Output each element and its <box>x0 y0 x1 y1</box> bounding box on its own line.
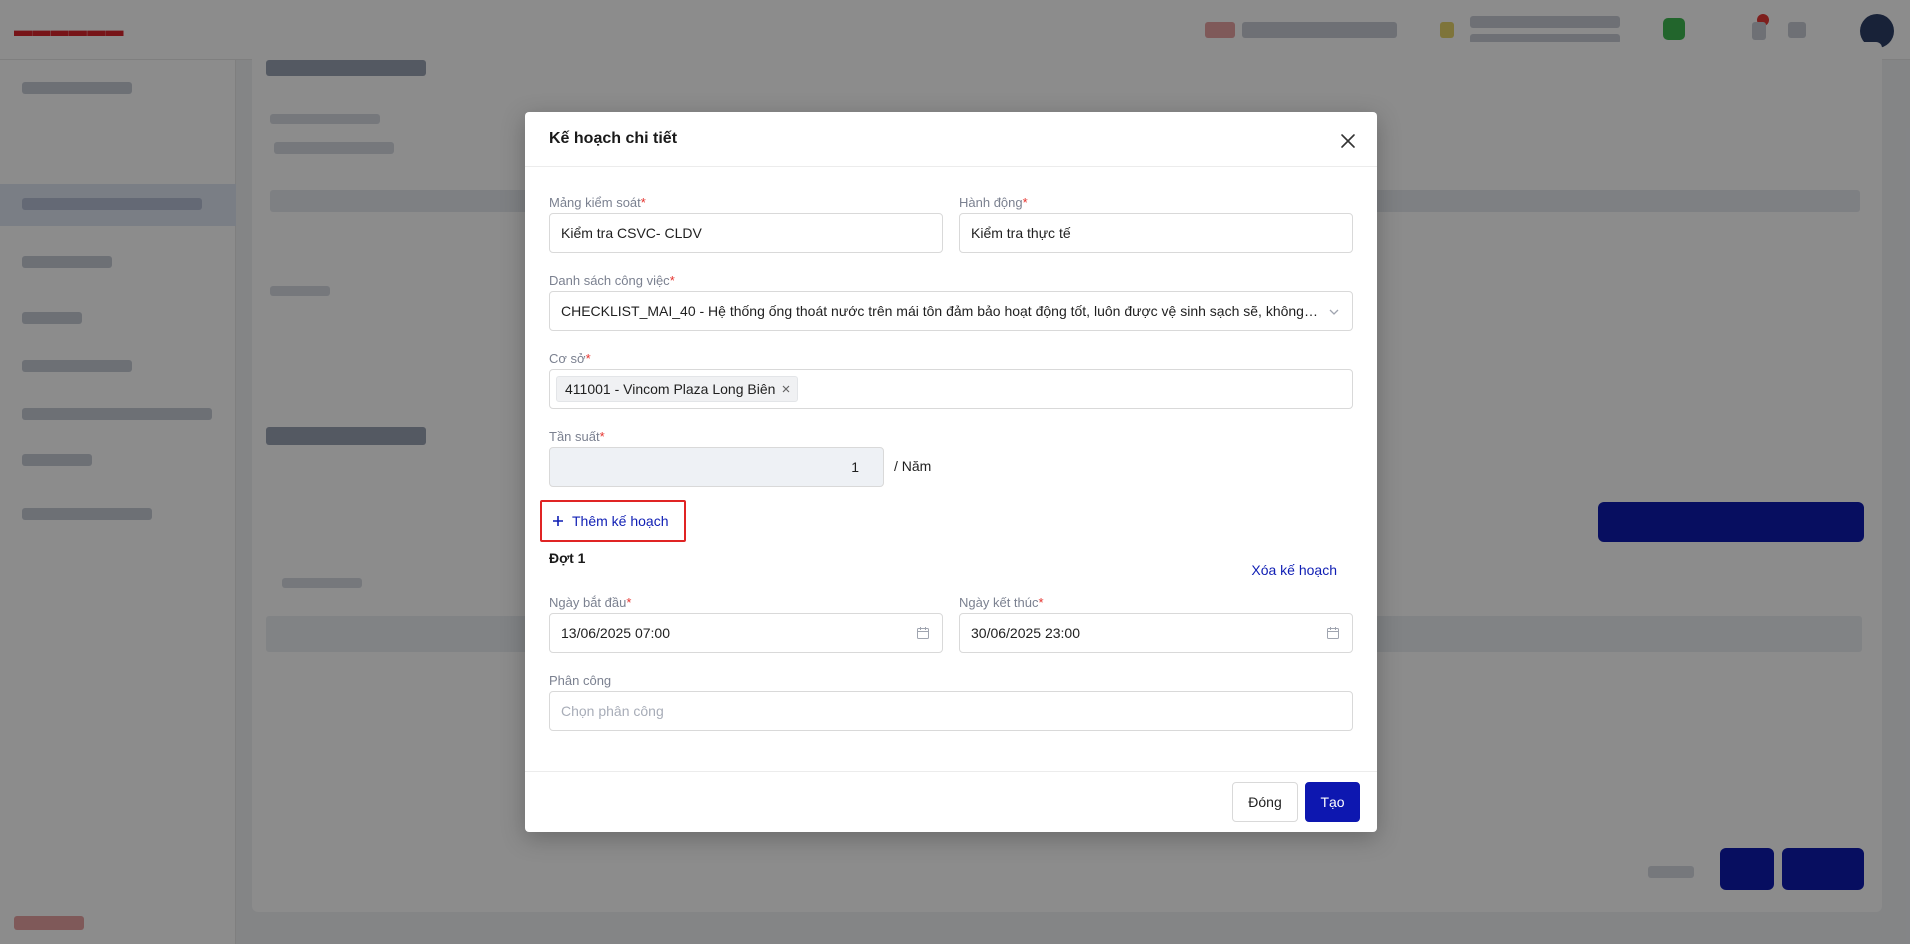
modal-title: Kế hoạch chi tiết <box>549 130 678 147</box>
modal-header: Kế hoạch chi tiết <box>525 112 1377 167</box>
plus-icon <box>553 516 563 526</box>
facility-tag: 411001 - Vincom Plaza Long Biên <box>556 376 799 402</box>
chevron-down-icon <box>1329 309 1339 315</box>
end-date-picker[interactable]: 30/06/2025 23:00 <box>959 613 1353 653</box>
remove-plan-link[interactable]: Xóa kế hoạch <box>1251 562 1337 578</box>
frequency-label: Tần suất* <box>549 429 605 444</box>
start-date-label: Ngày bắt đầu* <box>549 595 632 610</box>
task-list-value: CHECKLIST_MAI_40 - Hệ thống ống thoát nư… <box>561 303 1318 319</box>
end-date-label: Ngày kết thúc* <box>959 595 1044 610</box>
task-list-select[interactable]: CHECKLIST_MAI_40 - Hệ thống ống thoát nư… <box>549 291 1353 331</box>
frequency-input[interactable]: 1 <box>549 447 884 487</box>
control-area-value: Kiểm tra CSVC- CLDV <box>561 225 702 241</box>
facility-label: Cơ sở* <box>549 351 591 366</box>
add-plan-label: Thêm kế hoạch <box>572 513 669 529</box>
end-date-value: 30/06/2025 23:00 <box>971 625 1080 641</box>
detail-plan-modal: Kế hoạch chi tiết Mảng kiểm soát* Kiểm t… <box>525 112 1377 832</box>
tag-remove-icon[interactable] <box>781 384 791 394</box>
modal-footer: Đóng Tạo <box>525 771 1377 832</box>
calendar-icon <box>917 627 929 639</box>
control-area-label: Mảng kiểm soát* <box>549 195 646 210</box>
frequency-unit: / Năm <box>894 458 932 474</box>
close-button[interactable]: Đóng <box>1232 782 1298 822</box>
start-date-picker[interactable]: 13/06/2025 07:00 <box>549 613 943 653</box>
action-label: Hành động* <box>959 195 1028 210</box>
batch-title: Đợt 1 <box>549 550 586 566</box>
frequency-value: 1 <box>851 459 859 475</box>
action-select[interactable]: Kiểm tra thực tế <box>959 213 1353 253</box>
control-area-select[interactable]: Kiểm tra CSVC- CLDV <box>549 213 943 253</box>
task-list-label: Danh sách công việc* <box>549 273 675 288</box>
start-date-value: 13/06/2025 07:00 <box>561 625 670 641</box>
calendar-icon <box>1327 627 1339 639</box>
action-value: Kiểm tra thực tế <box>971 225 1071 241</box>
facility-tag-label: 411001 - Vincom Plaza Long Biên <box>565 381 776 397</box>
assignment-placeholder: Chọn phân công <box>561 703 664 719</box>
close-icon[interactable] <box>1339 132 1357 150</box>
add-plan-button[interactable]: Thêm kế hoạch <box>540 500 686 542</box>
create-button[interactable]: Tạo <box>1305 782 1360 822</box>
assignment-label: Phân công <box>549 673 612 688</box>
assignment-select[interactable]: Chọn phân công <box>549 691 1353 731</box>
facility-multiselect[interactable]: 411001 - Vincom Plaza Long Biên <box>549 369 1353 409</box>
